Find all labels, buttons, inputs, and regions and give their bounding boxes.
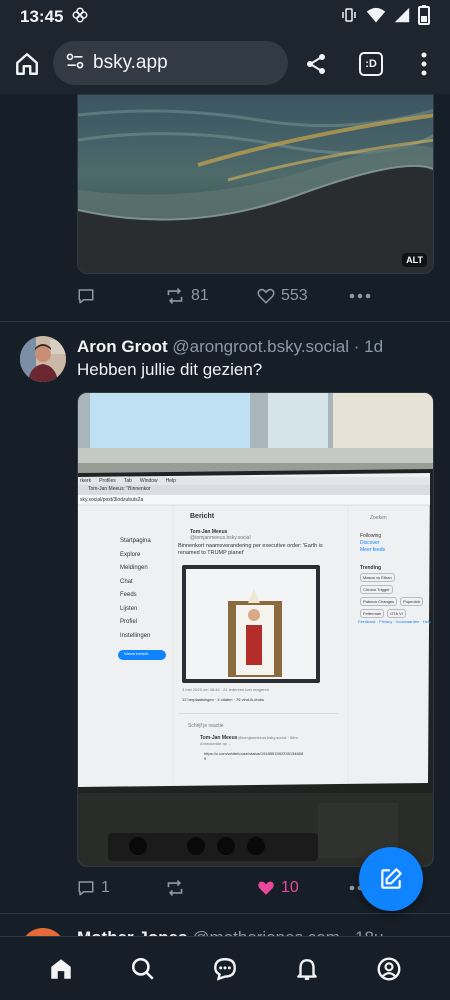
search-icon (131, 957, 154, 980)
status-time: 13:45 (20, 7, 64, 26)
post-text: Hebben jullie dit gezien? (77, 360, 263, 379)
author-name[interactable]: Aron Groot (77, 337, 168, 356)
chat-icon (214, 957, 236, 981)
address-bar[interactable]: bsky.app (53, 41, 288, 85)
tab-count: :D (365, 58, 377, 70)
nav-notifications[interactable] (287, 949, 327, 989)
battery-icon (418, 4, 430, 30)
compose-button[interactable] (359, 847, 423, 911)
home-icon (51, 958, 71, 979)
feed[interactable]: ALT 81 553 Aron Groot @arongroot.bsky.so… (0, 94, 450, 936)
profile-icon (377, 957, 401, 980)
browser-toolbar: bsky.app :D (0, 34, 450, 94)
repost-icon (167, 288, 183, 304)
repost-button[interactable] (165, 879, 257, 897)
signal-icon (394, 6, 410, 29)
like-button[interactable]: 553 (257, 287, 349, 305)
avatar[interactable] (20, 336, 66, 382)
nav-home[interactable] (41, 949, 81, 989)
status-bar: 13:45 (0, 0, 450, 34)
more-options-button[interactable] (349, 293, 371, 299)
author-handle[interactable]: @arongroot.bsky.social (172, 337, 349, 356)
vibrate-icon (340, 6, 358, 29)
reply-button[interactable] (77, 287, 165, 305)
wifi-icon (366, 6, 386, 29)
share-icon[interactable] (304, 52, 328, 81)
post-time[interactable]: · 1d (354, 337, 383, 356)
nav-profile[interactable] (369, 949, 409, 989)
like-count: 553 (281, 287, 308, 304)
heart-filled-icon (258, 881, 274, 895)
site-settings-icon[interactable] (65, 51, 85, 76)
nav-chat[interactable] (205, 949, 245, 989)
repost-button[interactable]: 81 (165, 287, 257, 305)
repost-count: 81 (191, 287, 209, 304)
post-header: Aron Groot @arongroot.bsky.social · 1d (77, 337, 383, 357)
bottom-nav (0, 936, 450, 1000)
post-divider (0, 913, 450, 914)
author-name[interactable]: Mother Jones (77, 928, 188, 936)
alt-badge[interactable]: ALT (402, 253, 427, 267)
like-count: 10 (281, 879, 299, 896)
home-icon[interactable] (14, 51, 40, 82)
pinwheel-icon (71, 6, 89, 29)
like-button[interactable]: 10 (257, 879, 349, 897)
post-header: Mother Jones @motherjones.com · 18u (77, 928, 383, 936)
reply-icon (78, 289, 94, 304)
post-divider (0, 321, 450, 322)
tab-switcher-button[interactable]: :D (359, 52, 383, 76)
bell-icon (297, 958, 317, 980)
compose-icon (381, 868, 402, 889)
reply-icon (78, 881, 94, 896)
post-actions: 81 553 (77, 281, 434, 311)
reply-button[interactable]: 1 (77, 879, 165, 897)
url-text: bsky.app (93, 52, 168, 73)
more-menu-icon[interactable] (418, 51, 430, 82)
author-handle[interactable]: @motherjones.com (192, 928, 340, 936)
post-image-beach[interactable]: ALT (77, 94, 434, 274)
nav-search[interactable] (123, 949, 163, 989)
ellipsis-icon (349, 293, 371, 299)
post-time[interactable]: · 18u (345, 928, 384, 936)
heart-icon (257, 288, 275, 304)
reply-count: 1 (101, 879, 110, 896)
repost-icon (167, 880, 183, 896)
post-image-monitor[interactable]: rkerk Profiles Tab Window Help Tom-Jan M… (77, 392, 434, 867)
avatar[interactable] (20, 928, 66, 936)
